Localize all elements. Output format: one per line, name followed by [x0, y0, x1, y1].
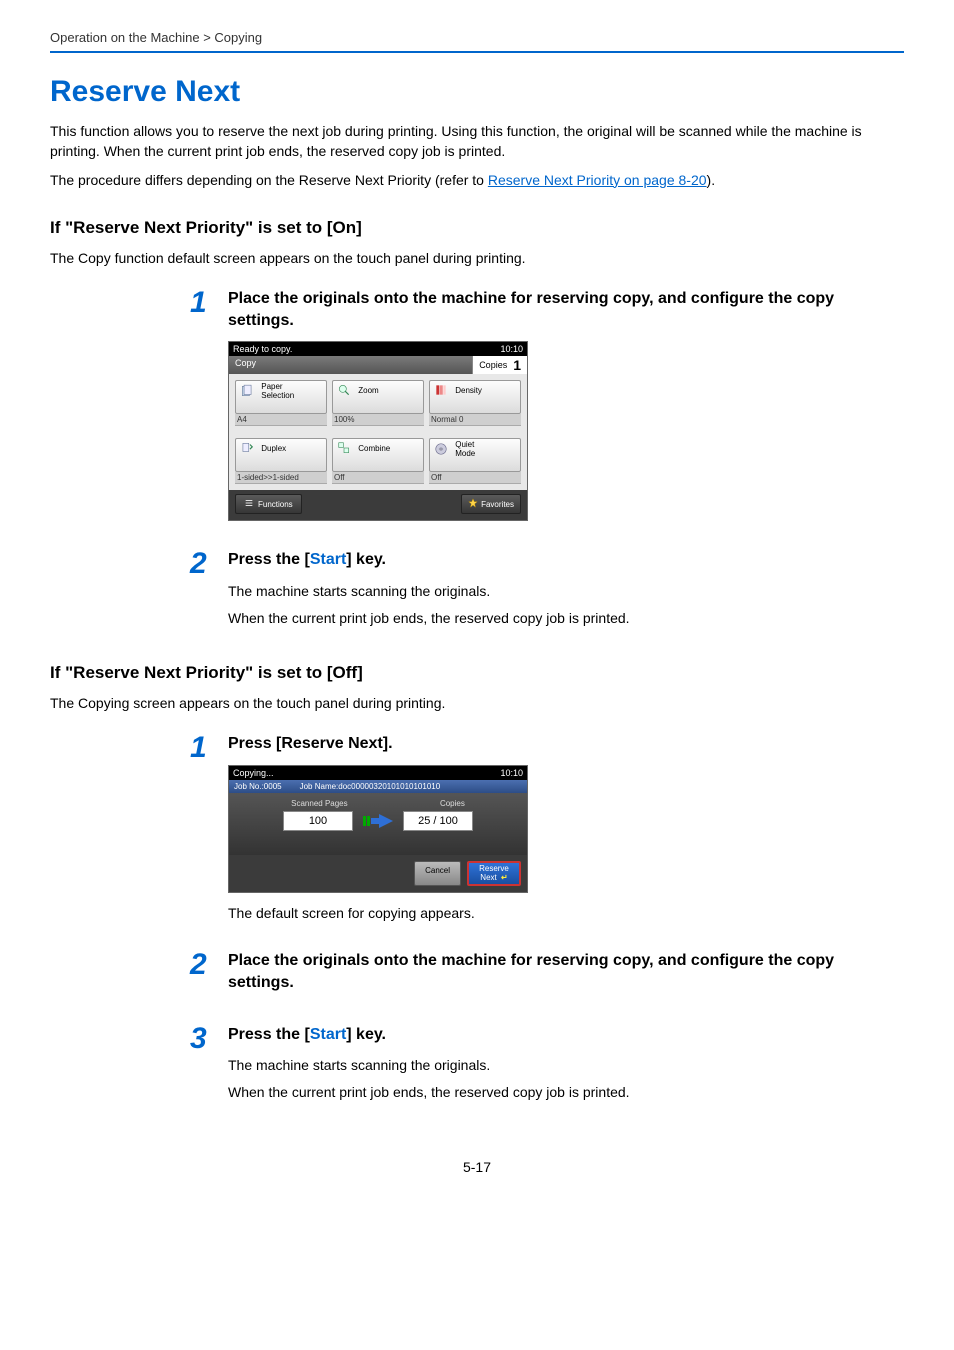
on-step-2: 2 Press the [Start] key. The machine sta…	[190, 549, 904, 635]
page-number: 5-17	[50, 1159, 904, 1175]
reserve-next-priority-link[interactable]: Reserve Next Priority on page 8-20	[488, 172, 707, 188]
off-step3-title: Press the [Start] key.	[228, 1024, 904, 1046]
val-density: Normal 0	[429, 414, 521, 426]
job-no-label: Job No.:	[234, 782, 264, 791]
functions-button[interactable]: Functions	[235, 494, 302, 514]
copies-label: Copies	[479, 360, 507, 370]
job-name-value: doc00000320101010101010	[338, 782, 440, 791]
enter-icon: ↵	[501, 874, 508, 883]
page-title: Reserve Next	[50, 75, 904, 109]
copy-status: Ready to copy.	[233, 344, 292, 354]
off-step3-key: Start	[310, 1026, 346, 1043]
scanned-pages-value: 100	[283, 811, 353, 831]
combine-icon	[337, 441, 353, 457]
copying-screen-mock: Copying... 10:10 Job No.:0005 Job Name:d…	[228, 765, 528, 894]
val-duplex: 1-sided>>1-sided	[235, 472, 327, 484]
zoom-icon	[337, 383, 353, 399]
step-number-2: 2	[190, 549, 228, 579]
section-off-heading: If "Reserve Next Priority" is set to [Of…	[50, 663, 904, 683]
copy-time: 10:10	[500, 344, 523, 354]
on-step1-title: Place the originals onto the machine for…	[228, 288, 904, 331]
tile-density[interactable]: Density	[429, 380, 521, 414]
job-no: Job No.:0005	[234, 782, 282, 791]
step-number-1: 1	[190, 288, 228, 318]
favorites-label: Favorites	[481, 500, 514, 509]
off-step-1: 1 Press [Reserve Next]. Copying... 10:10…	[190, 733, 904, 930]
copy-mode: Copy	[229, 356, 472, 374]
star-icon	[468, 498, 478, 510]
off-step3-post: ] key.	[346, 1026, 386, 1043]
val-combine: Off	[332, 472, 424, 484]
off-step-number-3: 3	[190, 1024, 228, 1054]
off-step1-title: Press [Reserve Next].	[228, 733, 904, 755]
intro-paragraph-2: The procedure differs depending on the R…	[50, 170, 904, 190]
on-step2-body2: When the current print job ends, the res…	[228, 608, 904, 629]
functions-label: Functions	[258, 500, 293, 509]
intro2-suffix: ).	[707, 172, 716, 188]
intro2-prefix: The procedure differs depending on the R…	[50, 172, 488, 188]
duplex-icon	[240, 441, 256, 457]
favorites-button[interactable]: Favorites	[461, 494, 521, 514]
paper-icon	[240, 384, 256, 400]
tile-density-label: Density	[455, 387, 482, 396]
scanned-pages-label: Scanned Pages	[291, 799, 348, 808]
job-no-value: 0005	[264, 782, 282, 791]
job-name: Job Name:doc00000320101010101010	[300, 782, 441, 791]
section-on-heading: If "Reserve Next Priority" is set to [On…	[50, 218, 904, 238]
section-off-desc: The Copying screen appears on the touch …	[50, 693, 904, 713]
job-name-label: Job Name:	[300, 782, 339, 791]
off-step3-pre: Press the [	[228, 1026, 310, 1043]
off-step-number-2: 2	[190, 950, 228, 980]
tile-quiet-mode[interactable]: Quiet Mode	[429, 438, 521, 472]
tile-duplex-label: Duplex	[261, 445, 286, 454]
list-icon	[244, 498, 254, 510]
off-step-3: 3 Press the [Start] key. The machine sta…	[190, 1024, 904, 1110]
on-step2-pre: Press the [	[228, 551, 310, 568]
progress-copies-value: 25 / 100	[403, 811, 473, 831]
progress-arrow-icon	[363, 814, 393, 828]
off-step-number-1: 1	[190, 733, 228, 763]
tile-paper-label: Paper Selection	[261, 383, 294, 401]
copying-status: Copying...	[233, 768, 274, 778]
progress-copies-label: Copies	[440, 799, 465, 808]
off-step-2: 2 Place the originals onto the machine f…	[190, 950, 904, 1003]
intro-paragraph-1: This function allows you to reserve the …	[50, 121, 904, 162]
quiet-icon	[434, 442, 450, 458]
reserve-next-button[interactable]: Reserve Next ↵	[467, 861, 521, 887]
tile-zoom-label: Zoom	[358, 387, 378, 396]
val-paper: A4	[235, 414, 327, 426]
on-step2-post: ] key.	[346, 551, 386, 568]
copying-time: 10:10	[500, 768, 523, 778]
tile-zoom[interactable]: Zoom	[332, 380, 424, 414]
copy-screen-mock: Ready to copy. 10:10 Copy Copies 1 Paper…	[228, 341, 528, 521]
tile-quiet-label: Quiet Mode	[455, 441, 475, 459]
breadcrumb: Operation on the Machine > Copying	[50, 30, 904, 53]
tile-combine-label: Combine	[358, 445, 390, 454]
val-quiet: Off	[429, 472, 521, 484]
tile-combine[interactable]: Combine	[332, 438, 424, 472]
section-on-desc: The Copy function default screen appears…	[50, 248, 904, 268]
off-step3-body2: When the current print job ends, the res…	[228, 1082, 904, 1103]
tile-paper-selection[interactable]: Paper Selection	[235, 380, 327, 414]
tile-duplex[interactable]: Duplex	[235, 438, 327, 472]
density-icon	[434, 383, 450, 399]
val-zoom: 100%	[332, 414, 424, 426]
on-step2-title: Press the [Start] key.	[228, 549, 904, 571]
off-step3-body1: The machine starts scanning the original…	[228, 1055, 904, 1076]
on-step2-body1: The machine starts scanning the original…	[228, 581, 904, 602]
on-step-1: 1 Place the originals onto the machine f…	[190, 288, 904, 529]
off-step2-title: Place the originals onto the machine for…	[228, 950, 904, 993]
copies-value: 1	[513, 357, 521, 373]
copies-display: Copies 1	[472, 356, 527, 374]
cancel-button[interactable]: Cancel	[414, 861, 461, 887]
off-step1-after: The default screen for copying appears.	[228, 903, 904, 924]
on-step2-key: Start	[310, 551, 346, 568]
